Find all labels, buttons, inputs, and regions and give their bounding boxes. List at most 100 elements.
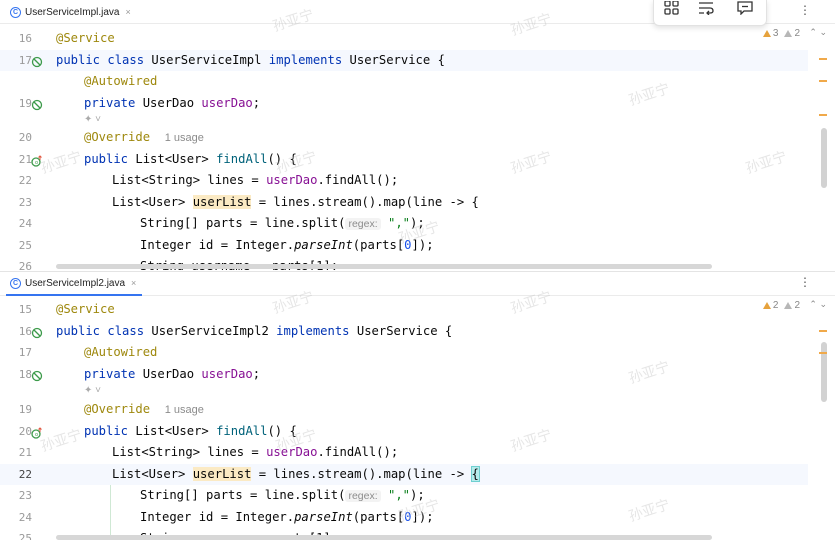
code-line-current: 17 public class UserServiceImpl implemen… bbox=[0, 49, 808, 73]
tab-bar-bottom: C UserServiceImpl2.java × ⋮ bbox=[0, 272, 835, 296]
line-number: 22 bbox=[18, 467, 32, 481]
close-icon[interactable]: × bbox=[131, 278, 136, 288]
java-class-icon: C bbox=[10, 277, 21, 289]
code-text: Integer id = Integer.parseInt(parts[0]); bbox=[140, 509, 434, 524]
svg-text:o: o bbox=[35, 160, 38, 166]
code-text: public class UserServiceImpl2 implements… bbox=[56, 323, 453, 338]
code-text: @Override 1 usage bbox=[84, 402, 204, 416]
floating-toolbar bbox=[653, 0, 767, 26]
vertical-scrollbar[interactable] bbox=[821, 342, 827, 402]
editor-pane-top[interactable]: C UserServiceImpl.java × ⋮ 3 2 ⌃ ⌄ 16 @S… bbox=[0, 0, 835, 270]
code-text: private UserDao userDao; bbox=[84, 366, 261, 381]
matched-brace: { bbox=[470, 465, 480, 482]
line-number: 16 bbox=[18, 32, 32, 45]
ai-hint-line: ✦ ˅ bbox=[0, 383, 808, 400]
vertical-scrollbar[interactable] bbox=[821, 128, 827, 188]
code-text: @Service bbox=[56, 302, 115, 316]
code-text: List<String> lines = userDao.findAll(); bbox=[112, 445, 399, 459]
line-number: 23 bbox=[18, 195, 32, 209]
code-line: 20 o public List<User> findAll() { bbox=[0, 421, 808, 443]
code-line: 23 List<User> userList = lines.stream().… bbox=[0, 192, 808, 214]
code-line-current: 22 List<User> userList = lines.stream().… bbox=[0, 463, 808, 485]
code-line: 18 private UserDao userDao; bbox=[0, 364, 808, 386]
code-text: public class UserServiceImpl implements … bbox=[56, 52, 445, 67]
ai-assistant-icon[interactable]: ✦ ˅ bbox=[84, 385, 101, 396]
line-number: 20 bbox=[18, 131, 32, 144]
line-number: 21 bbox=[18, 446, 32, 459]
code-text: List<User> userList = lines.stream().map… bbox=[112, 465, 480, 482]
horizontal-scrollbar[interactable] bbox=[56, 264, 712, 269]
code-line: 21 o public List<User> findAll() { bbox=[0, 149, 808, 171]
code-line: 19 @Override 1 usage bbox=[0, 399, 808, 421]
parameter-hint: regex: bbox=[345, 490, 381, 502]
code-text: private UserDao userDao; bbox=[84, 95, 261, 110]
error-stripe-mark[interactable] bbox=[819, 352, 827, 354]
error-stripe-mark[interactable] bbox=[819, 80, 827, 82]
horizontal-scrollbar[interactable] bbox=[56, 535, 712, 540]
line-number: 22 bbox=[18, 174, 32, 187]
line-number: 26 bbox=[18, 260, 32, 270]
code-text: List<User> userList = lines.stream().map… bbox=[112, 194, 479, 209]
code-line: 21 List<String> lines = userDao.findAll(… bbox=[0, 442, 808, 464]
code-text: @Service bbox=[56, 31, 115, 45]
code-text: @Override 1 usage bbox=[84, 130, 204, 144]
java-class-icon: C bbox=[10, 6, 21, 18]
error-stripe-mark[interactable] bbox=[819, 114, 827, 116]
usage-hint[interactable]: 1 usage bbox=[165, 404, 204, 416]
navigate-problems-arrows[interactable]: ⌃ ⌄ bbox=[809, 299, 827, 310]
line-number: 24 bbox=[18, 217, 32, 230]
tab-label: UserServiceImpl2.java bbox=[25, 277, 126, 289]
line-number: 19 bbox=[18, 96, 32, 110]
close-icon[interactable]: × bbox=[125, 7, 130, 17]
code-line: 16 @Service bbox=[0, 28, 808, 50]
code-line: 19 private UserDao userDao; bbox=[0, 93, 808, 115]
tab-userserviceimpl2[interactable]: C UserServiceImpl2.java × bbox=[6, 272, 143, 296]
more-options-icon[interactable]: ⋮ bbox=[799, 275, 811, 289]
line-number: 16 bbox=[18, 324, 32, 338]
apps-icon[interactable] bbox=[664, 0, 686, 19]
code-line: 15 @Service bbox=[0, 299, 808, 321]
code-text: String[] parts = line.split(regex: ","); bbox=[140, 216, 425, 230]
code-line: 20 @Override 1 usage bbox=[0, 127, 808, 149]
implementing-bean-icon[interactable] bbox=[31, 55, 43, 73]
tab-label: UserServiceImpl.java bbox=[25, 6, 120, 18]
soft-wrap-icon[interactable] bbox=[698, 1, 720, 19]
line-number: 15 bbox=[18, 303, 32, 316]
line-number: 25 bbox=[18, 532, 32, 540]
line-number: 25 bbox=[18, 238, 32, 252]
line-number: 18 bbox=[18, 367, 32, 381]
more-options-icon[interactable]: ⋮ bbox=[799, 3, 811, 17]
line-number: 19 bbox=[18, 403, 32, 416]
usage-hint[interactable]: 1 usage bbox=[165, 132, 204, 144]
implementing-bean-icon[interactable] bbox=[31, 326, 43, 344]
error-stripe-mark[interactable] bbox=[819, 58, 827, 60]
override-method-icon[interactable]: o bbox=[31, 426, 43, 444]
parameter-hint: regex: bbox=[345, 218, 381, 230]
line-number: 17 bbox=[18, 346, 32, 359]
code-text: String[] parts = line.split(regex: ","); bbox=[140, 488, 425, 502]
highlighted-identifier: userList bbox=[192, 194, 252, 209]
code-line: 24 Integer id = Integer.parseInt(parts[0… bbox=[0, 507, 808, 529]
navigate-problems-arrows[interactable]: ⌃ ⌄ bbox=[809, 27, 827, 38]
tab-userserviceimpl[interactable]: C UserServiceImpl.java × bbox=[6, 0, 137, 24]
code-text: List<String> lines = userDao.findAll(); bbox=[112, 173, 399, 187]
code-text: @Autowired bbox=[84, 74, 158, 88]
line-number: 24 bbox=[18, 510, 32, 524]
code-text: public List<User> findAll() { bbox=[84, 151, 297, 166]
comment-icon[interactable] bbox=[736, 1, 758, 19]
ai-assistant-icon[interactable]: ✦ ˅ bbox=[84, 114, 101, 125]
error-stripe-mark[interactable] bbox=[819, 330, 827, 332]
line-number: 17 bbox=[18, 53, 32, 67]
editor-pane-bottom[interactable]: C UserServiceImpl2.java × ⋮ 2 2 ⌃ ⌄ 15 @… bbox=[0, 271, 835, 540]
line-number: 23 bbox=[18, 489, 32, 502]
code-line: 16 public class UserServiceImpl2 impleme… bbox=[0, 321, 808, 343]
code-line: 24 String[] parts = line.split(regex: ",… bbox=[0, 213, 808, 235]
svg-text:o: o bbox=[35, 432, 38, 438]
code-text: @Autowired bbox=[84, 345, 158, 359]
code-line: 25 Integer id = Integer.parseInt(parts[0… bbox=[0, 235, 808, 257]
code-line: 23 String[] parts = line.split(regex: ",… bbox=[0, 485, 808, 507]
override-method-icon[interactable]: o bbox=[31, 154, 43, 172]
line-number: 20 bbox=[18, 424, 32, 438]
code-line: 17 @Autowired bbox=[0, 342, 808, 364]
line-number: 21 bbox=[18, 152, 32, 166]
